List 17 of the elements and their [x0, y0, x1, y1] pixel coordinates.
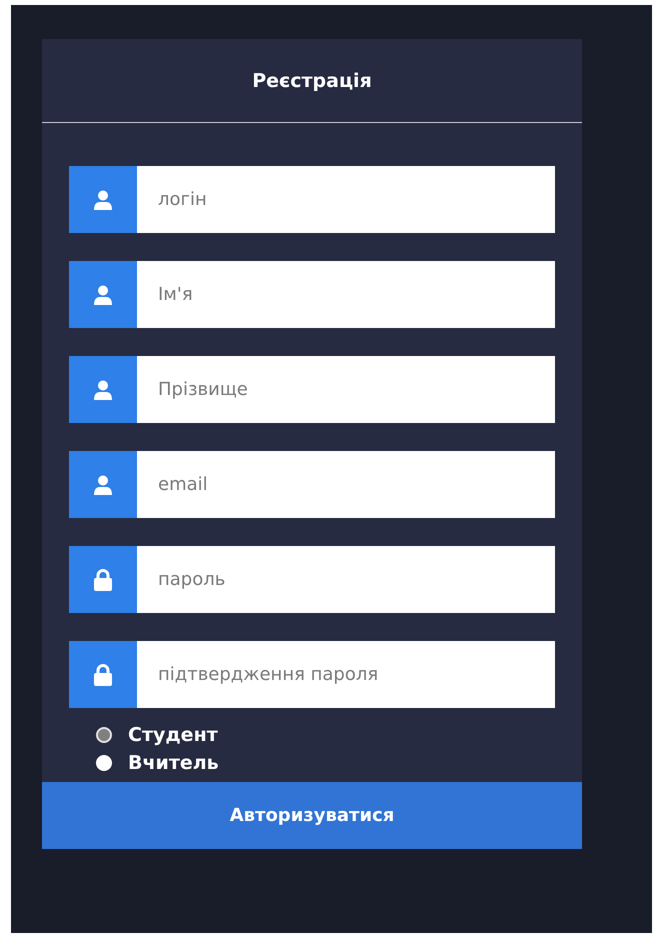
user-icon: [93, 380, 113, 400]
input-field[interactable]: Ім'я: [137, 261, 555, 328]
input-field[interactable]: логін: [137, 166, 555, 233]
radio-button[interactable]: [96, 727, 112, 743]
user-icon: [93, 190, 113, 210]
lock-icon: [93, 568, 113, 590]
input-field[interactable]: Прізвище: [137, 356, 555, 423]
input-field[interactable]: підтвердження пароля: [137, 641, 555, 708]
submit-button[interactable]: Авторизуватися: [42, 782, 582, 849]
radio-label: Студент: [128, 724, 218, 746]
lock-icon: [93, 664, 113, 686]
user-icon: [93, 284, 113, 304]
radio-label: Вчитель: [128, 752, 219, 774]
form-title: Реєстрація: [252, 70, 372, 92]
input-field[interactable]: пароль: [137, 546, 555, 613]
input-field[interactable]: email: [137, 451, 555, 518]
user-icon: [93, 474, 113, 494]
